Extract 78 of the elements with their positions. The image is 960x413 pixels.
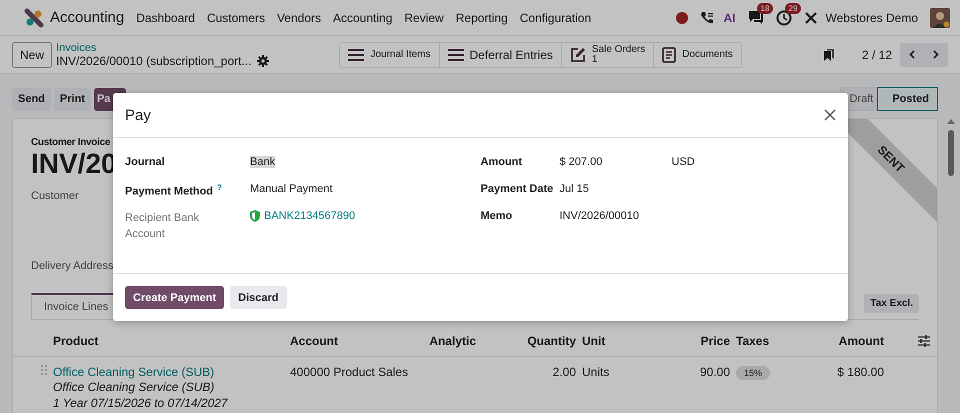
breadcrumb-link[interactable]: Invoices	[56, 42, 270, 54]
tax-tag: 15%	[736, 366, 770, 380]
invoice-number: INV/20	[31, 148, 117, 180]
field-label: Customer	[31, 190, 79, 202]
chevron-left-icon	[909, 50, 915, 59]
record-name: INV/2026/00010 (subscription_port...	[56, 54, 252, 68]
field-label: Journal	[125, 156, 165, 168]
line-description: Office Cleaning Service (SUB)	[53, 379, 216, 395]
phone-icon[interactable]	[700, 10, 714, 24]
field-value[interactable]: Manual Payment	[250, 183, 333, 195]
next-button[interactable]	[924, 42, 948, 66]
bookmark-icon[interactable]	[824, 48, 834, 60]
settings-icon[interactable]	[257, 55, 270, 67]
table-cell-text: 90.00	[698, 365, 731, 379]
field-label: Recipient Bank Account	[125, 211, 200, 242]
close-icon[interactable]	[824, 109, 836, 121]
currency-field[interactable]: USD	[672, 156, 695, 168]
menu-item[interactable]: Accounting	[333, 10, 392, 24]
help-tooltip[interactable]: ?	[217, 183, 222, 192]
table-cell-text: $ 180.00	[836, 365, 885, 379]
column-header[interactable]: Taxes	[736, 334, 820, 348]
field-label: Delivery Address	[31, 260, 114, 272]
activity-count-badge: 29	[784, 2, 802, 14]
edit-icon	[570, 46, 586, 62]
table-cell-text: 2.00	[552, 365, 577, 379]
table-cell-text: Units	[582, 365, 610, 379]
journal-field[interactable]: Bank	[250, 156, 276, 168]
menu-item[interactable]: Customers	[206, 10, 265, 24]
app-logo-icon[interactable]	[24, 8, 44, 28]
dialog-button[interactable]: Discard	[230, 286, 287, 309]
table-cell-text: 400000 Product Sales	[290, 365, 410, 379]
message-count-badge: 18	[756, 3, 774, 14]
menu-item[interactable]: Review	[404, 10, 444, 24]
list-icon	[448, 48, 464, 60]
column-settings-icon[interactable]	[918, 335, 930, 347]
smart-button[interactable]: Journal Items	[340, 42, 440, 66]
list-icon	[348, 48, 364, 60]
pager-value[interactable]: 2 / 12	[862, 48, 892, 62]
ai-logo[interactable]: AI	[724, 10, 736, 24]
action-button[interactable]: Send	[12, 88, 51, 110]
new-button[interactable]: New	[12, 42, 52, 68]
field-label: Amount	[480, 156, 522, 168]
menu-item[interactable]: Reporting	[456, 10, 508, 24]
shield-icon	[250, 210, 260, 222]
column-header[interactable]: Price	[672, 334, 736, 348]
status-stage[interactable]: Posted	[877, 87, 938, 111]
bank-account-link[interactable]: BANK2134567890	[264, 210, 356, 222]
chevron-right-icon	[933, 50, 939, 59]
column-header[interactable]: Quantity	[482, 334, 582, 348]
column-header[interactable]: Analytic	[410, 334, 482, 348]
chat-icon[interactable]	[748, 10, 764, 25]
menu-item[interactable]: Vendors	[276, 10, 321, 24]
column-header[interactable]: Account	[290, 334, 410, 348]
dialog-button[interactable]: Create Payment	[125, 286, 224, 309]
clock-icon[interactable]	[776, 10, 792, 26]
dialog-title: Pay	[125, 106, 151, 124]
company-name[interactable]: Webstores Demo	[826, 10, 918, 24]
user-avatar[interactable]	[930, 8, 950, 28]
field-value[interactable]: Jul 15	[560, 183, 668, 195]
menu-item[interactable]: Dashboard	[136, 10, 195, 24]
line-description: 1 Year 07/15/2026 to 07/14/2027	[53, 395, 229, 411]
column-header[interactable]: Amount	[820, 334, 890, 348]
menu-item[interactable]: Configuration	[520, 10, 592, 24]
field-label: Payment Method	[125, 186, 214, 198]
column-header[interactable]: Product	[53, 334, 290, 348]
field-label: Memo	[480, 210, 512, 222]
document-icon	[662, 46, 676, 62]
field-label: Payment Date	[480, 183, 554, 195]
column-header[interactable]: Unit	[582, 334, 672, 348]
status-dot-icon[interactable]	[676, 12, 688, 24]
action-button[interactable]: Print	[54, 88, 91, 110]
document-type: Customer Invoice	[31, 137, 110, 148]
previous-button[interactable]	[900, 42, 924, 66]
app-name[interactable]: Accounting	[50, 9, 124, 26]
tax-toggle-button[interactable]: Tax Excl.	[864, 294, 919, 313]
field-value[interactable]: INV/2026/00010	[560, 210, 668, 222]
field-value[interactable]: $ 207.00	[560, 156, 668, 168]
product-link[interactable]: Office Cleaning Service (SUB)	[53, 365, 284, 379]
